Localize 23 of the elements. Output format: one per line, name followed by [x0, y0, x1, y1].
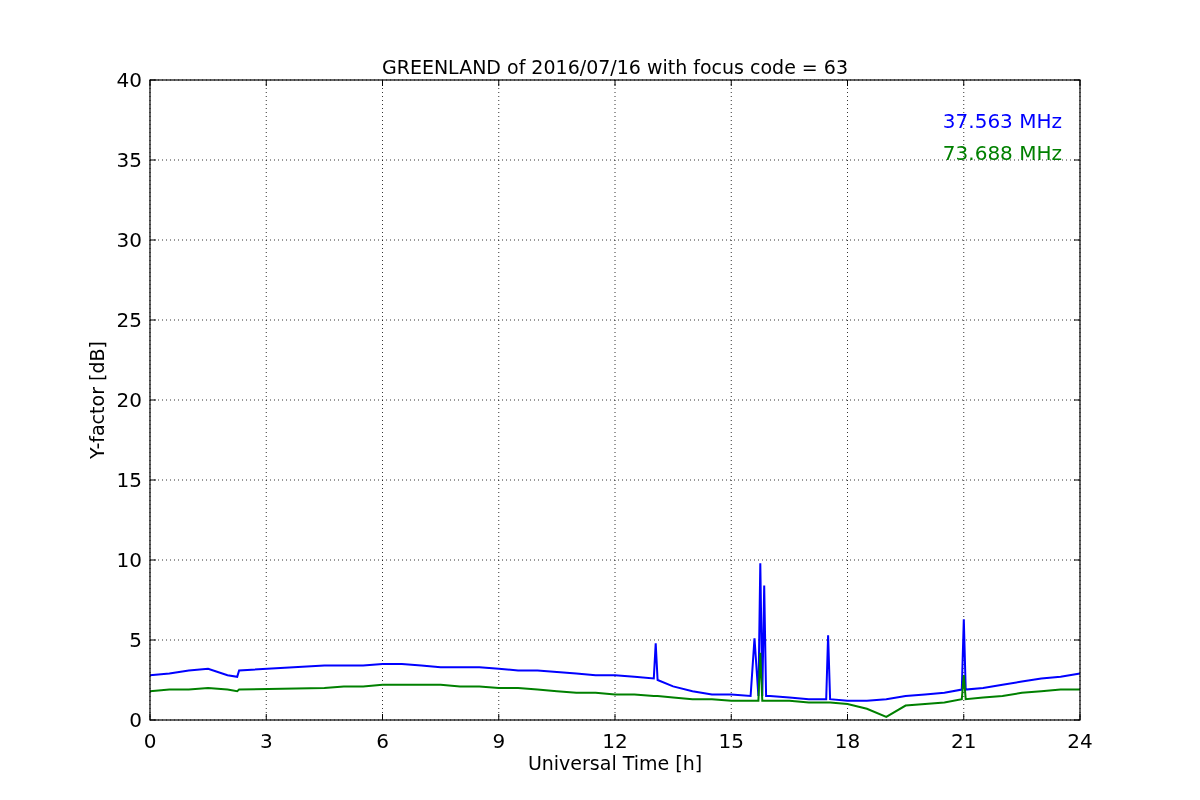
tick-label: 0	[129, 708, 142, 732]
tick-label: 40	[116, 68, 142, 92]
tick-label: 12	[602, 729, 628, 753]
tick-label: 15	[116, 468, 142, 492]
tick-label: 20	[116, 388, 142, 412]
tick-label: 10	[116, 548, 142, 572]
tick-label: 24	[1067, 729, 1093, 753]
tick-label: 5	[129, 628, 142, 652]
tick-label: 15	[718, 729, 744, 753]
tick-label: 21	[951, 729, 977, 753]
tick-label: 0	[143, 729, 157, 753]
tick-label: 3	[259, 729, 273, 753]
y-axis-label: Y-factor [dB]	[86, 341, 108, 459]
tick-label: 6	[376, 729, 389, 753]
tick-label: 30	[116, 228, 142, 252]
tick-label: 18	[834, 729, 861, 753]
legend-label: 37.563 MHz	[942, 109, 1062, 133]
x-axis-label: Universal Time [h]	[527, 752, 703, 774]
legend-label: 73.688 MHz	[942, 141, 1062, 165]
tick-label: 9	[492, 729, 506, 753]
tick-label: 35	[116, 148, 142, 172]
tick-label: 25	[116, 308, 142, 332]
chart-title: GREENLAND of 2016/07/16 with focus code = 63	[382, 56, 848, 78]
